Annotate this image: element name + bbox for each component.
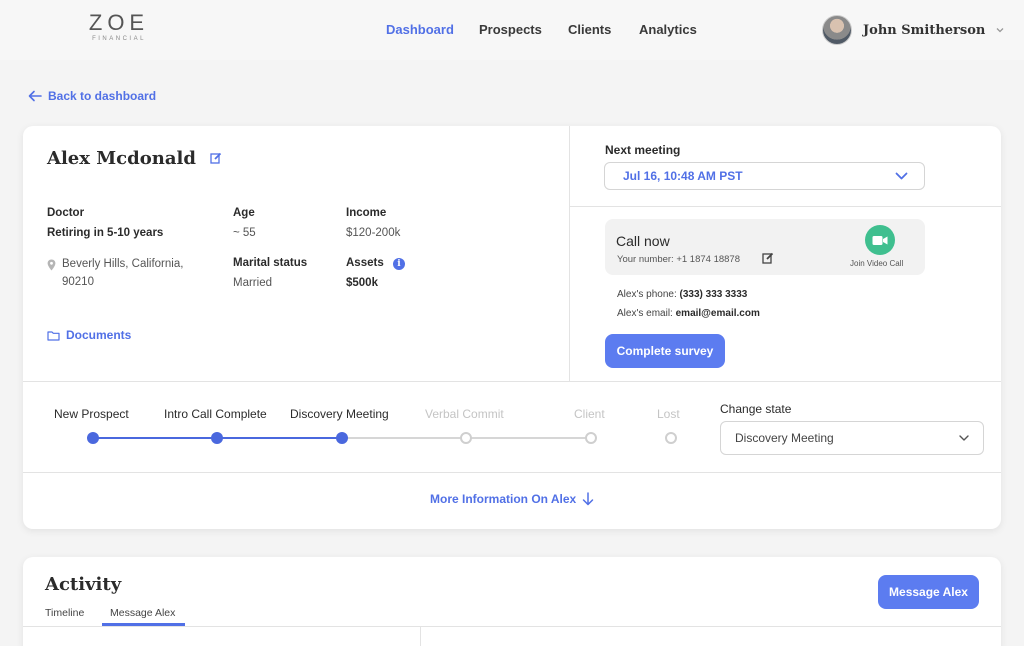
top-navigation-bar: ZOE FINANCIAL Dashboard Prospects Client…	[0, 0, 1024, 60]
nav-analytics[interactable]: Analytics	[639, 22, 697, 37]
call-now-title: Call now	[616, 233, 670, 249]
divider	[420, 626, 421, 646]
client-card: Alex Mcdonald Doctor Retiring in 5-10 ye…	[23, 126, 1001, 529]
stage-label-new-prospect: New Prospect	[54, 407, 129, 421]
stage-dot-lost[interactable]	[665, 432, 677, 444]
marital-status-value: Married	[233, 277, 272, 289]
change-state-value: Discovery Meeting	[735, 431, 834, 445]
client-phone-label: Alex's phone:	[617, 289, 677, 300]
client-email-label: Alex's email:	[617, 308, 673, 319]
user-name: John Smitherson	[863, 22, 986, 38]
next-meeting-label: Next meeting	[605, 143, 681, 157]
nav-dashboard[interactable]: Dashboard	[386, 22, 454, 37]
income-label: Income	[346, 207, 387, 219]
back-link-label: Back to dashboard	[48, 89, 157, 103]
folder-icon	[47, 330, 60, 341]
avatar	[822, 15, 852, 45]
assets-value: $500k	[346, 277, 378, 289]
more-information-label: More Information On Alex	[430, 492, 577, 506]
nav-prospects[interactable]: Prospects	[479, 22, 542, 37]
activity-card: Activity Timeline Message Alex Message A…	[23, 557, 1001, 646]
chevron-down-icon	[996, 28, 1004, 33]
divider	[23, 626, 1001, 627]
your-number: Your number: +1 1874 18878	[617, 254, 740, 265]
nav-clients[interactable]: Clients	[568, 22, 611, 37]
change-state-label: Change state	[720, 402, 792, 416]
occupation: Doctor	[47, 207, 85, 219]
stage-dot-verbal-commit[interactable]	[460, 432, 472, 444]
marital-status-label: Marital status	[233, 257, 308, 269]
stage-label-client: Client	[574, 407, 605, 421]
documents-label: Documents	[66, 328, 132, 342]
stage-dot-client[interactable]	[585, 432, 597, 444]
location-pin-icon	[47, 259, 56, 271]
divider	[23, 472, 1001, 473]
change-state-select[interactable]: Discovery Meeting	[720, 421, 984, 455]
location-zip: 90210	[62, 276, 94, 288]
zoe-logo[interactable]: ZOE FINANCIAL	[84, 11, 154, 43]
stage-label-verbal-commit: Verbal Commit	[425, 407, 504, 421]
client-email: Alex's email: email@email.com	[617, 308, 760, 319]
join-video-call-label: Join Video Call	[850, 259, 904, 268]
join-video-call-button[interactable]	[865, 225, 895, 255]
next-meeting-select[interactable]: Jul 16, 10:48 AM PST	[604, 162, 925, 190]
edit-icon[interactable]	[210, 152, 222, 164]
logo-tagline: FINANCIAL	[92, 36, 146, 42]
client-email-value[interactable]: email@email.com	[676, 308, 760, 319]
chevron-down-icon	[959, 435, 969, 441]
client-phone: Alex's phone: (333) 333 3333	[617, 289, 747, 300]
stage-label-lost: Lost	[657, 407, 680, 421]
back-to-dashboard-link[interactable]: Back to dashboard	[28, 89, 156, 103]
message-alex-button[interactable]: Message Alex	[878, 575, 979, 609]
info-icon[interactable]: i	[393, 258, 405, 270]
divider	[569, 126, 570, 382]
video-camera-icon	[872, 235, 888, 245]
documents-link[interactable]: Documents	[47, 328, 131, 342]
logo-name: ZOE	[88, 10, 150, 35]
edit-icon[interactable]	[762, 252, 774, 264]
stage-dot-discovery-meeting[interactable]	[336, 432, 348, 444]
arrow-left-icon	[28, 90, 42, 102]
location-city: Beverly Hills, California,	[62, 258, 184, 270]
divider	[569, 206, 1001, 207]
call-now-panel: Call now Your number: +1 1874 18878 Join…	[605, 219, 925, 275]
client-phone-value[interactable]: (333) 333 3333	[680, 289, 748, 300]
next-meeting-value: Jul 16, 10:48 AM PST	[623, 169, 743, 183]
chevron-down-icon	[895, 172, 908, 180]
age-value: ~ 55	[233, 227, 256, 239]
divider	[23, 381, 1001, 382]
tab-message-alex[interactable]: Message Alex	[110, 607, 175, 619]
activity-title: Activity	[45, 574, 122, 595]
tab-timeline[interactable]: Timeline	[45, 607, 84, 619]
stage-label-discovery-meeting: Discovery Meeting	[290, 407, 389, 421]
complete-survey-button[interactable]: Complete survey	[605, 334, 725, 368]
arrow-down-icon	[582, 492, 594, 506]
age-label: Age	[233, 207, 255, 219]
stage-label-intro-call-complete: Intro Call Complete	[164, 407, 267, 421]
stage-dot-new-prospect[interactable]	[87, 432, 99, 444]
income-value: $120-200k	[346, 227, 401, 239]
assets-label: Assets	[346, 257, 384, 269]
stage-dot-intro-call-complete[interactable]	[211, 432, 223, 444]
retirement-horizon: Retiring in 5-10 years	[47, 227, 164, 239]
user-menu[interactable]: John Smitherson	[822, 14, 1005, 46]
client-name: Alex Mcdonald	[47, 148, 196, 169]
more-information-link[interactable]: More Information On Alex	[430, 492, 594, 506]
